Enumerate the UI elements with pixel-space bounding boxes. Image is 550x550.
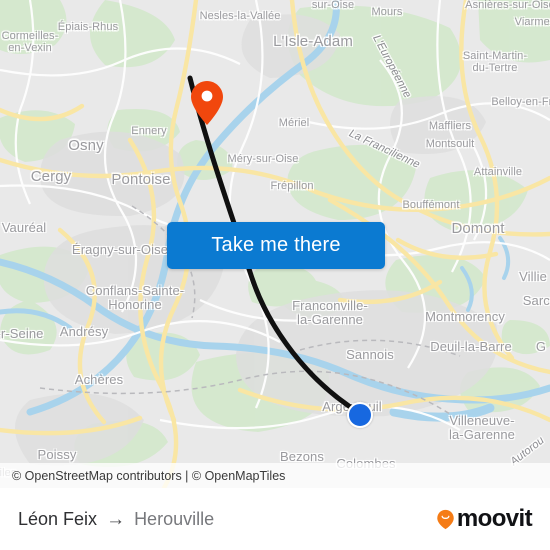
destination-dot[interactable]: [347, 402, 373, 428]
attribution-text: © OpenStreetMap contributors | © OpenMap…: [12, 468, 286, 483]
moovit-pin-icon: [435, 509, 456, 530]
footer-bar: Léon Feix → Herouville moovit: [0, 488, 550, 550]
take-me-there-button[interactable]: Take me there: [167, 222, 385, 269]
moovit-wordmark: moovit: [456, 505, 533, 532]
map-attribution: © OpenStreetMap contributors | © OpenMap…: [0, 463, 550, 488]
moovit-map-screen: Cormeilles-en-Vexin Épiais-Rhus Nesles-la-…: [0, 0, 550, 550]
trip-origin-label: Léon Feix: [18, 508, 98, 529]
trip-destination-label: Herouville: [134, 508, 215, 529]
moovit-logo[interactable]: moovit: [435, 505, 533, 533]
arrow-right-icon: →: [106, 508, 126, 530]
trip-summary: Léon Feix → Herouville: [18, 509, 214, 530]
map-canvas[interactable]: Cormeilles-en-Vexin Épiais-Rhus Nesles-la-…: [0, 0, 550, 488]
